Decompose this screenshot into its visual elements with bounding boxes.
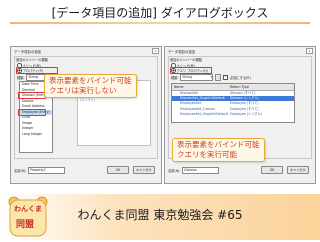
required-label: 必須にする(R) (230, 75, 251, 80)
group-label: 追加のメンバーの種類 (15, 57, 49, 62)
dialog-title: データ項目の追加 (14, 50, 42, 54)
title-rule (10, 22, 310, 24)
grid-header: Name Return Type (172, 84, 294, 91)
division-highlight (18, 92, 46, 99)
col-return-type[interactable]: Return Type (228, 84, 249, 90)
row-type: Employee (シングル) (230, 111, 263, 116)
cancel-button[interactable]: キャンセル (133, 166, 155, 174)
row-name: EmployeeSet_SingleOrDefault (180, 111, 228, 116)
name-input[interactable]: Division (182, 167, 220, 174)
property-highlight (16, 67, 58, 74)
name-row: 名前(N): Property1 (14, 167, 66, 174)
type-combobox[interactable]: String (180, 74, 214, 81)
callout-left: 表示要素をバインド可能 クエリは実行しない (44, 74, 137, 98)
slide-title: [データ項目の追加] ダイアログボックス (51, 6, 269, 20)
add-data-item-dialog-left: データ項目の追加 x 追加のメンバーの種類 メソッド(M) プロパティ(P) 種… (10, 46, 162, 184)
callout-line1: 表示要素をバインド可能 (49, 76, 132, 85)
callout-right: 表示要素をバインド可能 クエリを実行可能 (172, 138, 265, 162)
callout-line2: クエリは実行しない (49, 86, 117, 95)
close-button[interactable]: x (152, 48, 159, 54)
query-grid[interactable]: Name Return Type DivisionSet Division (す… (171, 83, 295, 123)
name-row: 名前(N): Division (168, 167, 220, 174)
name-label: 名前(N): (14, 168, 27, 173)
add-data-item-dialog-right: データ項目の追加 x 追加のメンバーの種類 メソッド(M) クエリ プロパティ(… (164, 46, 316, 184)
footer-text: わんくま同盟 東京勉強会 #65 (77, 208, 243, 222)
type-label: 種類: (17, 75, 25, 80)
required-checkbox[interactable]: ✓ (223, 74, 229, 80)
cancel-button[interactable]: キャンセル (287, 166, 309, 174)
employee-highlight (18, 109, 46, 116)
callout-line2: クエリを実行可能 (177, 150, 237, 159)
col-name[interactable]: Name (172, 84, 228, 90)
type-browse-button[interactable]: … (215, 74, 222, 81)
ok-button[interactable]: OK (261, 166, 283, 174)
dialog-title: データ項目の追加 (168, 50, 196, 54)
member-row: (エンティ) (80, 97, 96, 102)
callout-line1: 表示要素をバインド可能 (177, 140, 260, 149)
query-highlight (170, 67, 212, 74)
name-input[interactable]: Property1 (28, 167, 66, 174)
type-label: 種類: (171, 75, 179, 80)
name-label: 名前(N): (168, 168, 181, 173)
close-button[interactable]: x (306, 48, 313, 54)
group-label: 追加のメンバーの種類 (169, 57, 203, 62)
grid-row[interactable]: EmployeeSet_SingleOrDefault Employee (シン… (172, 112, 294, 117)
ok-button[interactable]: OK (107, 166, 129, 174)
type-row: 種類: String … ✓ 必須にする(R) (171, 74, 251, 81)
list-item[interactable]: Long Integer (20, 132, 52, 138)
